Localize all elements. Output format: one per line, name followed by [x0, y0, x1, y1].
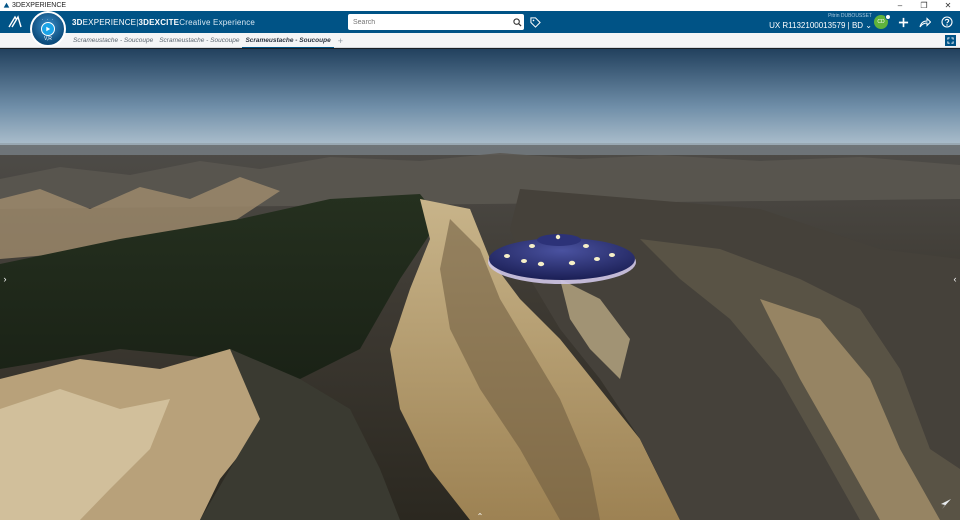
sky	[0, 49, 960, 154]
ufo-light	[537, 261, 545, 267]
add-icon[interactable]	[892, 11, 914, 33]
play-icon[interactable]	[41, 22, 55, 36]
ufo-light	[594, 257, 600, 261]
avatar-button[interactable]: CD	[870, 11, 892, 33]
app-title: 3D EXPERIENCE | 3DEXCITE Creative Experie…	[72, 11, 255, 33]
3d-viewport[interactable]: › ‹ ⌃	[0, 49, 960, 520]
compass-label: V,R	[44, 36, 52, 42]
avatar-initials: CD	[877, 19, 885, 25]
left-arrow-icon[interactable]: ›	[0, 273, 10, 285]
navigation-arrow-icon[interactable]	[940, 498, 952, 510]
brand-rest: EXPERIENCE	[82, 17, 137, 27]
user-name: Pitrin DUBOUSSET	[828, 13, 872, 19]
os-title-bar: 3DEXPERIENCE – ❐ ✕	[0, 0, 960, 11]
ufo-light	[529, 244, 535, 248]
ufo-light	[583, 244, 589, 248]
fullscreen-icon[interactable]	[945, 35, 956, 46]
top-actions: CD	[870, 11, 958, 33]
tab-scrameustache-1[interactable]: Scrameustache - Soucoupe	[70, 33, 156, 48]
ds-logo-icon[interactable]	[4, 11, 26, 33]
user-block[interactable]: Pitrin DUBOUSSET UX R1132100013579 | BD …	[769, 11, 872, 33]
app-name-rest: Creative Experience	[179, 17, 256, 27]
os-window-title: 3DEXPERIENCE	[12, 2, 67, 9]
ufo-light	[555, 234, 561, 240]
compass-ticks: · · ·	[41, 17, 55, 23]
search-box[interactable]	[348, 14, 524, 30]
ufo-light	[609, 253, 615, 257]
restore-icon[interactable]: ❐	[912, 0, 936, 11]
tab-scrameustache-2[interactable]: Scrameustache - Soucoupe	[156, 33, 242, 48]
avatar[interactable]: CD	[874, 14, 891, 29]
up-arrow-icon[interactable]: ⌃	[474, 512, 486, 520]
workspace-label: UX R1132100013579 | BD	[769, 21, 864, 30]
app-logo-icon	[2, 2, 10, 10]
tab-scrameustache-3[interactable]: Scrameustache - Soucoupe	[242, 33, 334, 48]
horizon-haze	[0, 143, 960, 155]
ufo-light	[568, 260, 576, 266]
tag-icon[interactable]	[528, 15, 542, 29]
top-bar: 3D EXPERIENCE | 3DEXCITE Creative Experie…	[0, 11, 960, 33]
tab-bar: Scrameustache - Soucoupe Scrameustache -…	[0, 33, 960, 48]
tab-list: Scrameustache - Soucoupe Scrameustache -…	[70, 33, 347, 48]
compass-widget[interactable]: · · · V,R	[30, 11, 66, 47]
help-icon[interactable]	[936, 11, 958, 33]
ufo-light	[521, 259, 527, 263]
minimize-icon[interactable]: –	[888, 0, 912, 11]
search-input[interactable]	[348, 15, 510, 29]
ufo-light	[504, 254, 510, 258]
app-name-bold: 3DEXCITE	[138, 17, 180, 27]
right-arrow-icon[interactable]: ‹	[950, 273, 960, 285]
brand-bold: 3D	[72, 17, 83, 27]
search-icon[interactable]	[510, 15, 524, 29]
workspace-selector[interactable]: UX R1132100013579 | BD ⌄	[769, 20, 872, 31]
scene-render[interactable]	[0, 49, 960, 520]
share-icon[interactable]	[914, 11, 936, 33]
presence-dot	[885, 14, 891, 20]
app-window: 3DEXPERIENCE – ❐ ✕ 3D EXPERIENCE | 3DEXCI…	[0, 0, 960, 520]
add-tab-button[interactable]: +	[334, 36, 347, 46]
close-icon[interactable]: ✕	[936, 0, 960, 11]
